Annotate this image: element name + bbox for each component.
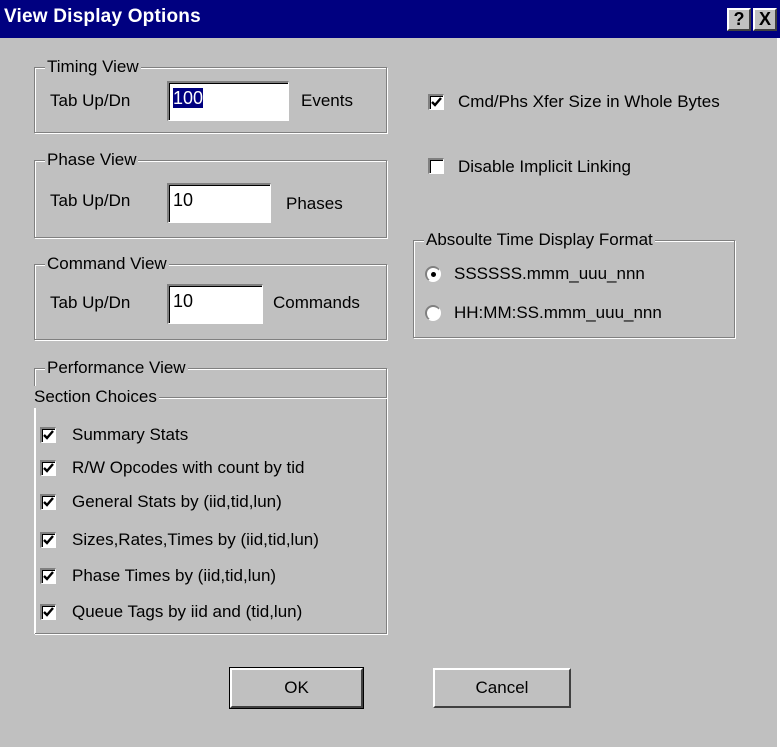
close-button[interactable]: X: [753, 8, 777, 31]
ok-button[interactable]: OK: [229, 667, 364, 709]
help-button[interactable]: ?: [727, 8, 751, 31]
time-format-label: Absoulte Time Display Format: [424, 229, 655, 251]
phase-unit-label: Phases: [286, 194, 343, 213]
section-choice-label[interactable]: Sizes,Rates,Times by (iid,tid,lun): [72, 529, 319, 551]
time-format-radio-seconds[interactable]: [425, 266, 441, 282]
implicit-linking-checkbox[interactable]: [428, 158, 444, 174]
check-icon: [43, 607, 54, 617]
section-choice-checkbox[interactable]: [40, 460, 56, 476]
xfer-size-label[interactable]: Cmd/Phs Xfer Size in Whole Bytes: [458, 91, 720, 113]
ok-button-label: OK: [284, 678, 309, 697]
command-unit-label: Commands: [273, 293, 360, 312]
check-icon: [43, 463, 54, 473]
timing-tab-label: Tab Up/Dn: [50, 91, 131, 110]
phase-view-label: Phase View: [45, 149, 139, 171]
window-title: View Display Options: [4, 6, 201, 27]
section-choices-label: Section Choices: [32, 386, 159, 408]
section-choice-label[interactable]: General Stats by (iid,tid,lun): [72, 491, 282, 513]
check-icon: [43, 571, 54, 581]
check-icon: [431, 97, 442, 107]
section-choice-checkbox[interactable]: [40, 494, 56, 510]
time-format-option-seconds[interactable]: SSSSSS.mmm_uuu_nnn: [454, 263, 645, 285]
implicit-linking-label[interactable]: Disable Implicit Linking: [458, 156, 631, 178]
xfer-size-checkbox[interactable]: [428, 94, 444, 110]
section-choice-label[interactable]: Queue Tags by iid and (tid,lun): [72, 601, 302, 623]
timing-events-value: 100: [173, 88, 204, 108]
phase-input[interactable]: 10: [167, 183, 271, 223]
section-choice-checkbox[interactable]: [40, 427, 56, 443]
section-choice-label[interactable]: Phase Times by (iid,tid,lun): [72, 565, 276, 587]
phase-tab-label: Tab Up/Dn: [50, 191, 131, 210]
time-format-radio-hhmmss[interactable]: [425, 305, 441, 321]
command-view-label: Command View: [45, 253, 169, 275]
section-choice-checkbox[interactable]: [40, 604, 56, 620]
timing-events-input[interactable]: 100: [167, 81, 289, 121]
timing-view-label: Timing View: [45, 56, 141, 78]
time-format-option-hhmmss[interactable]: HH:MM:SS.mmm_uuu_nnn: [454, 302, 662, 324]
cancel-button[interactable]: Cancel: [433, 668, 571, 708]
section-choice-label[interactable]: R/W Opcodes with count by tid: [72, 457, 304, 479]
section-choice-checkbox[interactable]: [40, 568, 56, 584]
check-icon: [43, 497, 54, 507]
performance-view-label: Performance View: [45, 357, 188, 379]
timing-unit-label: Events: [301, 91, 353, 110]
command-tab-label: Tab Up/Dn: [50, 293, 131, 312]
cancel-button-label: Cancel: [475, 678, 529, 697]
check-icon: [43, 430, 54, 440]
title-bar[interactable]: View Display Options ? X: [0, 0, 780, 38]
command-input[interactable]: 10: [167, 284, 263, 324]
check-icon: [43, 535, 54, 545]
section-choice-checkbox[interactable]: [40, 532, 56, 548]
radio-dot: [431, 272, 436, 277]
section-choice-label[interactable]: Summary Stats: [72, 424, 188, 446]
